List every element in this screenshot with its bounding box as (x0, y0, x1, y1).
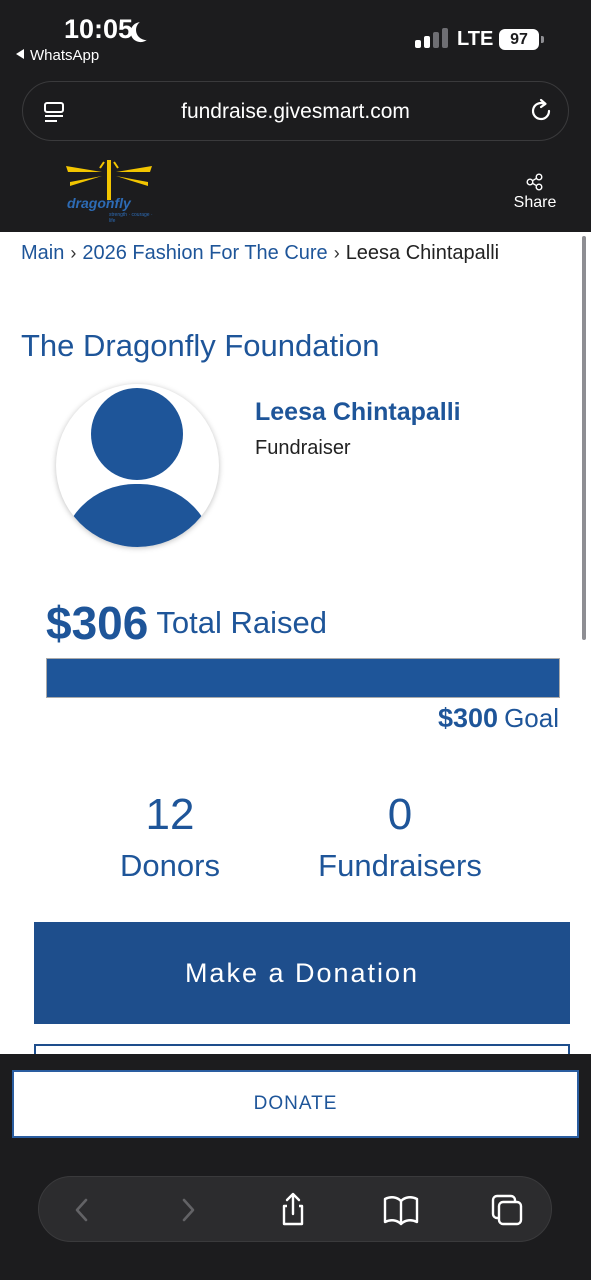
total-raised: $306 Total Raised (46, 596, 327, 650)
share-sheet-icon[interactable] (273, 1190, 313, 1230)
donate-sticky-button[interactable]: DONATE (12, 1070, 579, 1138)
donors-stat: 12 Donors (90, 790, 250, 884)
back-app-label: WhatsApp (30, 47, 100, 64)
battery-icon: 97 (499, 29, 544, 50)
logo-tagline: strength · courage · life (109, 212, 153, 224)
url-text: fundraise.givesmart.com (181, 100, 410, 123)
raised-label: Total Raised (156, 605, 327, 640)
organization-title: The Dragonfly Foundation (21, 328, 380, 363)
fundraisers-stat: 0 Fundraisers (290, 790, 510, 884)
fundraisers-count: 0 (387, 790, 413, 839)
goal-label: Goal (504, 703, 559, 733)
fundraisers-label: Fundraisers (318, 848, 482, 883)
bookmarks-icon[interactable] (381, 1190, 421, 1230)
fundraiser-role: Fundraiser (255, 437, 351, 459)
goal-amount: $300 (438, 703, 499, 733)
moon-icon (134, 18, 157, 41)
browser-toolbar (38, 1176, 552, 1242)
breadcrumb: Main › 2026 Fashion For The Cure › Leesa Chi… (21, 238, 541, 268)
avatar-head (91, 388, 183, 480)
raised-amount: $306 (46, 597, 149, 649)
dragonfly-logo[interactable]: dragonfly strength · courage · life (64, 160, 154, 230)
scrollbar[interactable] (582, 236, 586, 640)
avatar-body (60, 484, 215, 547)
address-bar[interactable]: fundraise.givesmart.com (22, 81, 569, 141)
progress-fill (47, 659, 559, 697)
signal-strength-icon (415, 28, 449, 48)
share-button[interactable]: Share (506, 173, 564, 212)
breadcrumb-event[interactable]: 2026 Fashion For The Cure (82, 242, 327, 264)
make-donation-button[interactable]: Make a Donation (34, 922, 570, 1024)
back-triangle-icon (16, 49, 24, 59)
donors-count: 12 (145, 790, 195, 839)
avatar (56, 384, 219, 547)
status-time: 10:05 (64, 14, 134, 44)
reload-icon[interactable] (528, 98, 554, 124)
share-icon (526, 173, 543, 191)
donors-label: Donors (120, 848, 220, 883)
battery-level: 97 (510, 31, 528, 48)
fundraiser-page: Main › 2026 Fashion For The Cure › Leesa Chi… (0, 232, 591, 1054)
network-type: LTE (457, 28, 494, 50)
site-header: dragonfly strength · courage · life Shar… (0, 145, 591, 232)
share-label: Share (513, 194, 557, 211)
back-to-app-link[interactable]: WhatsApp (16, 47, 99, 64)
back-icon[interactable] (61, 1190, 101, 1230)
forward-icon[interactable] (169, 1190, 209, 1230)
chevron-right-icon: › (333, 243, 340, 263)
dragonfly-wings-icon (66, 160, 152, 230)
fundraiser-name: Leesa Chintapalli (255, 398, 461, 426)
tabs-icon[interactable] (487, 1190, 527, 1230)
breadcrumb-current: Leesa Chintapalli (345, 242, 500, 264)
breadcrumb-main[interactable]: Main (21, 242, 64, 264)
chevron-right-icon: › (70, 243, 77, 263)
next-section-box (34, 1044, 570, 1054)
bottom-chrome: DONATE (0, 1054, 591, 1280)
logo-wordmark: dragonfly (67, 195, 131, 211)
progress-bar (46, 658, 560, 698)
goal: $300 Goal (438, 703, 559, 734)
